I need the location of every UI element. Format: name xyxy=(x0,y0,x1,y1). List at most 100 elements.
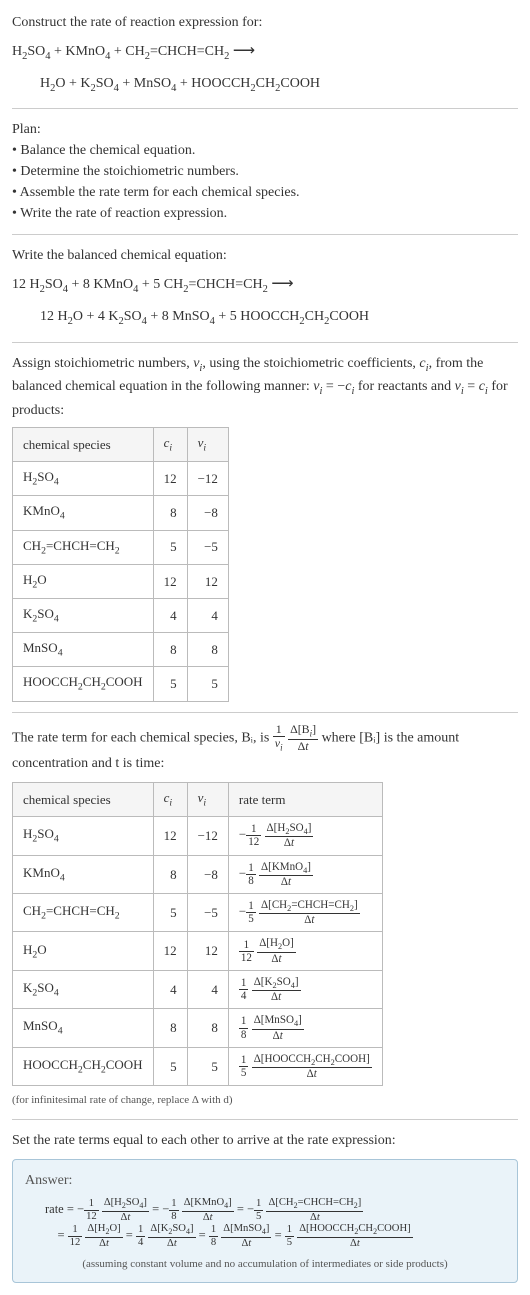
answer-box: Answer: rate = −112 Δ[H2SO4]Δt = −18 Δ[K… xyxy=(12,1159,518,1284)
v-cell: −5 xyxy=(187,894,228,932)
table-header: chemical species xyxy=(13,427,154,461)
table-row: H2O1212 xyxy=(13,564,229,598)
plan-section: Plan: Balance the chemical equation. Det… xyxy=(12,119,518,224)
c-cell: 8 xyxy=(153,496,187,530)
species-cell: K2SO4 xyxy=(13,598,154,632)
intro-section: Construct the rate of reaction expressio… xyxy=(12,12,518,98)
answer-label: Answer: xyxy=(25,1170,505,1191)
c-cell: 5 xyxy=(153,894,187,932)
v-cell: −5 xyxy=(187,530,228,564)
divider xyxy=(12,234,518,235)
table-row: HOOCCH2CH2COOH55 xyxy=(13,667,229,701)
rate-cell: −112 Δ[H2SO4]Δt xyxy=(228,817,382,855)
rate-cell: 112 Δ[H2O]Δt xyxy=(228,932,382,970)
table-row: K2SO44414 Δ[K2SO4]Δt xyxy=(13,970,383,1008)
table-row: MnSO48818 Δ[MnSO4]Δt xyxy=(13,1009,383,1047)
c-cell: 5 xyxy=(153,667,187,701)
species-cell: K2SO4 xyxy=(13,970,154,1008)
v-cell: 8 xyxy=(187,1009,228,1047)
table-row: KMnO48−8−18 Δ[KMnO4]Δt xyxy=(13,855,383,893)
c-cell: 8 xyxy=(153,1009,187,1047)
v-cell: 12 xyxy=(187,564,228,598)
stoich-text: Assign stoichiometric numbers, νi, using… xyxy=(12,353,518,421)
plan-item: Balance the chemical equation. xyxy=(12,140,518,161)
species-cell: HOOCCH2CH2COOH xyxy=(13,667,154,701)
v-cell: −12 xyxy=(187,462,228,496)
species-cell: HOOCCH2CH2COOH xyxy=(13,1047,154,1085)
v-cell: 5 xyxy=(187,1047,228,1085)
table-row: KMnO48−8 xyxy=(13,496,229,530)
plan-item: Assemble the rate term for each chemical… xyxy=(12,182,518,203)
table-row: K2SO444 xyxy=(13,598,229,632)
c-cell: 12 xyxy=(153,932,187,970)
rate-table: chemical species ci νi rate term H2SO412… xyxy=(12,782,383,1086)
plan-heading: Plan: xyxy=(12,119,518,140)
balanced-products: 12 H2O + 4 K2SO4 + 8 MnSO4 + 5 HOOCCH2CH… xyxy=(12,304,518,332)
rate-intro-a: The rate term for each chemical species,… xyxy=(12,730,273,745)
rate-cell: 14 Δ[K2SO4]Δt xyxy=(228,970,382,1008)
v-cell: −8 xyxy=(187,496,228,530)
species-cell: MnSO4 xyxy=(13,633,154,667)
rate-intro-frac1: 1νi xyxy=(273,723,285,753)
table-row: H2O1212112 Δ[H2O]Δt xyxy=(13,932,383,970)
balanced-heading: Write the balanced chemical equation: xyxy=(12,245,518,266)
intro-products: H2O + K2SO4 + MnSO4 + HOOCCH2CH2COOH xyxy=(12,71,518,99)
v-cell: −8 xyxy=(187,855,228,893)
c-cell: 5 xyxy=(153,530,187,564)
v-cell: 5 xyxy=(187,667,228,701)
c-cell: 8 xyxy=(153,855,187,893)
table-row: CH2=CHCH=CH25−5 xyxy=(13,530,229,564)
c-cell: 12 xyxy=(153,817,187,855)
stoich-section: Assign stoichiometric numbers, νi, using… xyxy=(12,353,518,702)
rate-intro-frac2: Δ[Bi]Δt xyxy=(288,723,318,753)
species-cell: CH2=CHCH=CH2 xyxy=(13,530,154,564)
c-cell: 8 xyxy=(153,633,187,667)
answer-note: (assuming constant volume and no accumul… xyxy=(25,1256,505,1273)
species-cell: KMnO4 xyxy=(13,496,154,530)
species-cell: MnSO4 xyxy=(13,1009,154,1047)
table-header: rate term xyxy=(228,782,382,816)
intro-prompt: Construct the rate of reaction expressio… xyxy=(12,12,518,33)
intro-reactants: H2SO4 + KMnO4 + CH2=CHCH=CH2 ⟶ xyxy=(12,37,518,67)
balanced-section: Write the balanced chemical equation: 12… xyxy=(12,245,518,331)
table-row: HOOCCH2CH2COOH5515 Δ[HOOCCH2CH2COOH]Δt xyxy=(13,1047,383,1085)
table-header: ci xyxy=(153,427,187,461)
c-cell: 12 xyxy=(153,564,187,598)
table-header: chemical species xyxy=(13,782,154,816)
plan-item: Determine the stoichiometric numbers. xyxy=(12,161,518,182)
final-heading: Set the rate terms equal to each other t… xyxy=(12,1130,518,1151)
divider xyxy=(12,712,518,713)
table-row: MnSO488 xyxy=(13,633,229,667)
rate-cell: −15 Δ[CH2=CHCH=CH2]Δt xyxy=(228,894,382,932)
c-cell: 12 xyxy=(153,462,187,496)
c-cell: 5 xyxy=(153,1047,187,1085)
v-cell: 4 xyxy=(187,970,228,1008)
table-row: H2SO412−12−112 Δ[H2SO4]Δt xyxy=(13,817,383,855)
table-row: H2SO412−12 xyxy=(13,462,229,496)
plan-item: Write the rate of reaction expression. xyxy=(12,203,518,224)
c-cell: 4 xyxy=(153,970,187,1008)
species-cell: CH2=CHCH=CH2 xyxy=(13,894,154,932)
species-cell: KMnO4 xyxy=(13,855,154,893)
species-cell: H2SO4 xyxy=(13,462,154,496)
species-cell: H2SO4 xyxy=(13,817,154,855)
v-cell: 8 xyxy=(187,633,228,667)
table-row: CH2=CHCH=CH25−5−15 Δ[CH2=CHCH=CH2]Δt xyxy=(13,894,383,932)
c-cell: 4 xyxy=(153,598,187,632)
species-cell: H2O xyxy=(13,932,154,970)
v-cell: 12 xyxy=(187,932,228,970)
v-cell: 4 xyxy=(187,598,228,632)
species-cell: H2O xyxy=(13,564,154,598)
table-header: νi xyxy=(187,427,228,461)
table-header: νi xyxy=(187,782,228,816)
table-header: ci xyxy=(153,782,187,816)
divider xyxy=(12,1119,518,1120)
plan-list: Balance the chemical equation. Determine… xyxy=(12,140,518,224)
rate-cell: −18 Δ[KMnO4]Δt xyxy=(228,855,382,893)
divider xyxy=(12,108,518,109)
stoich-table: chemical species ci νi H2SO412−12KMnO48−… xyxy=(12,427,229,702)
balanced-reactants: 12 H2SO4 + 8 KMnO4 + 5 CH2=CHCH=CH2 ⟶ xyxy=(12,270,518,300)
rate-cell: 15 Δ[HOOCCH2CH2COOH]Δt xyxy=(228,1047,382,1085)
v-cell: −12 xyxy=(187,817,228,855)
answer-expression: rate = −112 Δ[H2SO4]Δt = −18 Δ[KMnO4]Δt … xyxy=(25,1197,505,1250)
